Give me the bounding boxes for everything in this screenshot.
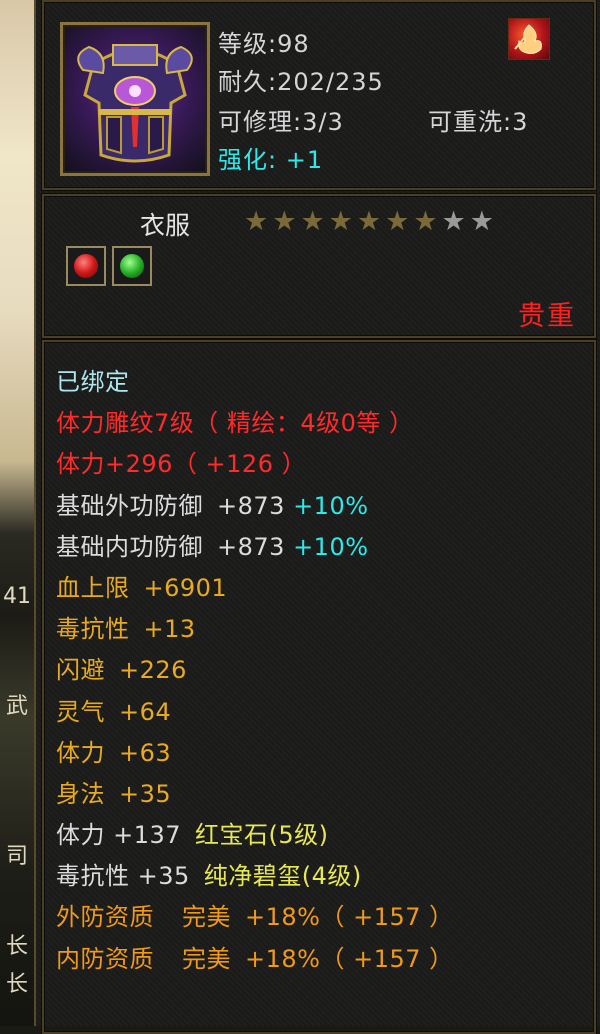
agility-line: 身法 +35 (56, 774, 454, 815)
stamina-label: 体力 (56, 738, 105, 767)
socket-slot-2[interactable] (112, 246, 152, 286)
star-filled-icon: ★ (356, 206, 382, 237)
ext-defense-label: 基础外功防御 (56, 491, 203, 520)
gem2-name: 纯净碧玺(4级) (203, 862, 362, 891)
bg-fragment: 长 (5, 972, 28, 997)
poison-value: +13 (143, 615, 196, 644)
dodge-value: +226 (119, 656, 187, 685)
ext-defense-value: +873 (217, 491, 285, 520)
item-header-panel: 等级:98 耐久:202/235 可修理:3/3 可重洗:3 强化: +1 (42, 0, 596, 190)
item-type: 衣服 (140, 211, 191, 240)
int-defense-pct: +10% (293, 532, 369, 561)
engrave-line: 体力雕纹7级（ 精绘：4级0等 ） (56, 409, 414, 438)
enhance-value: +1 (285, 146, 324, 174)
item-enhance: 强化: +1 (218, 140, 323, 175)
quality1-line: 外防资质 完美 +18%（ +157 ） (56, 897, 454, 938)
star-filled-icon: ★ (328, 206, 353, 237)
stamina-main-line: 体力+296（ +126 ） (56, 450, 307, 479)
ext-defense-pct: +10% (293, 491, 369, 520)
gem2-line: 毒抗性 +35 纯净碧玺(4级) (56, 856, 454, 897)
bg-fragment: 41 (3, 584, 31, 609)
quality2-label: 内防资质 (56, 944, 154, 973)
socket-slot-1[interactable] (66, 246, 106, 286)
spirit-value: +64 (119, 697, 172, 726)
gem2-stat: 毒抗性 +35 (56, 862, 190, 891)
star-rating: ★ ★ ★ ★ ★ ★ ★ ★ ★ (244, 208, 494, 236)
attributes-panel: 已绑定 体力雕纹7级（ 精绘：4级0等 ） 体力+296（ +126 ） 基础外… (42, 340, 596, 1034)
flame-icon (514, 24, 542, 54)
red-gem-icon (74, 254, 98, 278)
rarity-icon (508, 18, 550, 60)
int-defense-line: 基础内功防御 +873 +10% (56, 527, 454, 568)
star-filled-icon: ★ (413, 206, 438, 237)
hp-label: 血上限 (56, 573, 130, 602)
bound-status: 已绑定 (56, 368, 130, 396)
dodge-line: 闪避 +226 (56, 650, 454, 691)
item-type-panel: 衣服 ★ ★ ★ ★ ★ ★ ★ ★ ★ 贵重 (42, 194, 596, 338)
game-world-background: 41 武 司 长 长 (0, 0, 34, 1026)
bg-fragment: 武 (5, 694, 28, 719)
bg-fragment: 长 (5, 934, 28, 959)
rarity-label: 贵重 (518, 301, 576, 332)
armor-icon (77, 44, 193, 163)
star-empty-icon: ★ (441, 206, 466, 237)
quality2-grade: 完美 (182, 944, 231, 973)
gem1-stat: 体力 +137 (56, 821, 182, 850)
quality1-value: +18%（ +157 ） (245, 903, 454, 932)
enhance-label: 强化: (218, 146, 278, 174)
poison-line: 毒抗性 +13 (56, 609, 454, 650)
quality1-grade: 完美 (182, 903, 231, 932)
attribute-list: 已绑定 体力雕纹7级（ 精绘：4级0等 ） 体力+296（ +126 ） 基础外… (56, 362, 454, 980)
item-level: 等级:98 (218, 30, 310, 58)
spirit-label: 灵气 (56, 697, 105, 726)
quality2-line: 内防资质 完美 +18%（ +157 ） (56, 939, 454, 980)
int-defense-value: +873 (217, 532, 285, 561)
star-filled-icon: ★ (244, 206, 269, 237)
agility-value: +35 (119, 779, 172, 808)
hp-line: 血上限 +6901 (56, 568, 454, 609)
star-filled-icon: ★ (300, 206, 325, 237)
gem1-line: 体力 +137 红宝石(5级) (56, 815, 454, 856)
star-filled-icon: ★ (272, 206, 297, 237)
bg-fragment: 司 (5, 844, 28, 869)
gem1-name: 红宝石(5级) (195, 821, 329, 850)
spirit-line: 灵气 +64 (56, 692, 454, 733)
item-tooltip: 等级:98 耐久:202/235 可修理:3/3 可重洗:3 强化: +1 衣服… (34, 0, 600, 1034)
item-portrait (60, 22, 210, 176)
int-defense-label: 基础内功防御 (56, 532, 203, 561)
quality1-label: 外防资质 (56, 903, 154, 932)
stamina-line: 体力 +63 (56, 733, 454, 774)
poison-label: 毒抗性 (56, 615, 130, 644)
hp-value: +6901 (143, 573, 228, 602)
green-gem-icon (120, 254, 144, 278)
quality2-value: +18%（ +157 ） (245, 944, 454, 973)
item-repairable: 可修理:3/3 (218, 108, 344, 136)
star-empty-icon: ★ (469, 206, 494, 237)
agility-label: 身法 (56, 779, 105, 808)
star-filled-icon: ★ (385, 206, 410, 237)
item-rewash: 可重洗:3 (428, 108, 529, 136)
stamina-value: +63 (119, 738, 172, 767)
dodge-label: 闪避 (56, 656, 105, 685)
item-durability: 耐久:202/235 (218, 68, 384, 96)
ext-defense-line: 基础外功防御 +873 +10% (56, 486, 454, 527)
